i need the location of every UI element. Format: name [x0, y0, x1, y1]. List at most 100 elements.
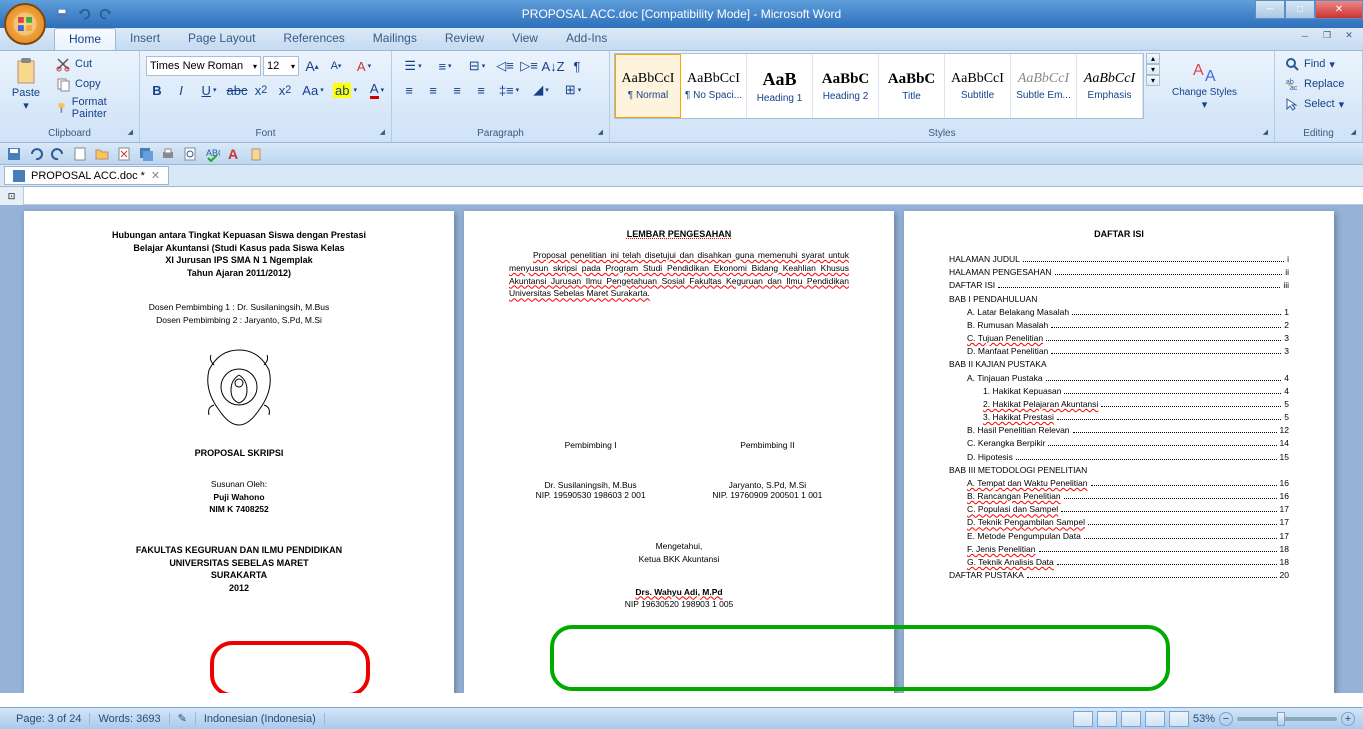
qat2-save-icon[interactable]: [6, 146, 22, 162]
multilevel-icon[interactable]: ⊟: [462, 55, 492, 77]
show-marks-icon[interactable]: ¶: [566, 55, 588, 77]
ribbon: Paste▾ Cut Copy Format Painter Clipboard…: [0, 51, 1363, 143]
qat2-undo-icon[interactable]: [28, 146, 44, 162]
close-button[interactable]: ✕: [1315, 0, 1363, 19]
status-proofing-icon[interactable]: ✎: [170, 712, 196, 725]
doctab-item[interactable]: PROPOSAL ACC.doc *✕: [4, 166, 169, 185]
qat2-text-icon[interactable]: A: [226, 146, 242, 162]
change-case-icon[interactable]: Aa: [298, 79, 328, 101]
change-styles-button[interactable]: AA Change Styles▾: [1166, 53, 1243, 113]
font-name-select[interactable]: Times New Roman▾: [146, 56, 261, 76]
sort-icon[interactable]: A↓Z: [542, 55, 564, 77]
find-button[interactable]: Find ▾: [1281, 55, 1347, 73]
style-item[interactable]: AaBbCcI¶ Normal: [615, 54, 681, 118]
borders-icon[interactable]: ⊞: [558, 79, 588, 101]
tab-review[interactable]: Review: [431, 28, 498, 50]
doc-restore-icon[interactable]: ❐: [1317, 28, 1337, 43]
format-painter-button[interactable]: Format Painter: [52, 95, 133, 121]
style-item[interactable]: AaBHeading 1: [747, 54, 813, 118]
italic-icon[interactable]: I: [170, 79, 192, 101]
copy-button[interactable]: Copy: [52, 75, 133, 93]
qat2-saveall-icon[interactable]: [138, 146, 154, 162]
doc-minimize-icon[interactable]: ─: [1295, 28, 1315, 43]
tab-references[interactable]: References: [269, 28, 358, 50]
horizontal-ruler: ⊡: [0, 187, 1363, 205]
decrease-indent-icon[interactable]: ◁≡: [494, 55, 516, 77]
tab-view[interactable]: View: [498, 28, 552, 50]
line-spacing-icon[interactable]: ‡≡: [494, 79, 524, 101]
doc-close-icon[interactable]: ✕: [1339, 28, 1359, 43]
select-button[interactable]: Select ▾: [1281, 95, 1347, 113]
status-language[interactable]: Indonesian (Indonesia): [196, 713, 325, 725]
zoom-out-icon[interactable]: −: [1219, 712, 1233, 726]
qat2-close-icon[interactable]: [116, 146, 132, 162]
tab-page-layout[interactable]: Page Layout: [174, 28, 269, 50]
qat2-spell-icon[interactable]: ABC: [204, 146, 220, 162]
style-scroll-down-icon[interactable]: ▾: [1146, 64, 1160, 75]
office-button[interactable]: [4, 3, 46, 45]
paste-button[interactable]: Paste▾: [4, 53, 48, 114]
view-web-icon[interactable]: [1121, 711, 1141, 727]
minimize-button[interactable]: ─: [1255, 0, 1285, 19]
style-scroll-up-icon[interactable]: ▴: [1146, 53, 1160, 64]
styles-gallery: AaBbCcI¶ NormalAaBbCcI¶ No Spaci...AaBHe…: [614, 53, 1144, 119]
bullets-icon[interactable]: ☰: [398, 55, 428, 77]
replace-button[interactable]: abacReplace: [1281, 75, 1347, 93]
style-item[interactable]: AaBbCcISubtitle: [945, 54, 1011, 118]
status-words[interactable]: Words: 3693: [90, 713, 169, 725]
view-outline-icon[interactable]: [1145, 711, 1165, 727]
strikethrough-icon[interactable]: abc: [226, 79, 248, 101]
underline-icon[interactable]: U: [194, 79, 224, 101]
superscript-icon[interactable]: x2: [274, 79, 296, 101]
view-print-layout-icon[interactable]: [1073, 711, 1093, 727]
table-of-contents: HALAMAN JUDULiHALAMAN PENGESAHANiiDAFTAR…: [949, 253, 1289, 582]
zoom-in-icon[interactable]: +: [1341, 712, 1355, 726]
style-item[interactable]: AaBbCTitle: [879, 54, 945, 118]
doctab-close-icon[interactable]: ✕: [151, 169, 160, 182]
status-page[interactable]: Page: 3 of 24: [8, 713, 90, 725]
shading-icon[interactable]: ◢: [526, 79, 556, 101]
tab-home[interactable]: Home: [54, 28, 116, 50]
style-expand-icon[interactable]: ▾: [1146, 75, 1160, 86]
qat2-preview-icon[interactable]: [182, 146, 198, 162]
zoom-slider[interactable]: [1237, 717, 1337, 721]
numbering-icon[interactable]: ≡: [430, 55, 460, 77]
qat2-print-icon[interactable]: [160, 146, 176, 162]
qat2-new-icon[interactable]: [72, 146, 88, 162]
qat-undo-icon[interactable]: [76, 6, 92, 22]
clear-formatting-icon[interactable]: A: [349, 55, 379, 77]
style-item[interactable]: AaBbCcISubtle Em...: [1011, 54, 1077, 118]
zoom-level[interactable]: 53%: [1193, 713, 1215, 725]
style-item[interactable]: AaBbCcI¶ No Spaci...: [681, 54, 747, 118]
style-item[interactable]: AaBbCcIEmphasis: [1077, 54, 1143, 118]
cut-button[interactable]: Cut: [52, 55, 133, 73]
ruler-corner[interactable]: ⊡: [0, 187, 24, 205]
qat-save-icon[interactable]: [54, 6, 70, 22]
justify-icon[interactable]: ≡: [470, 79, 492, 101]
tab-mailings[interactable]: Mailings: [359, 28, 431, 50]
subscript-icon[interactable]: x2: [250, 79, 272, 101]
align-left-icon[interactable]: ≡: [398, 79, 420, 101]
font-size-select[interactable]: 12▾: [263, 56, 299, 76]
view-draft-icon[interactable]: [1169, 711, 1189, 727]
document-tabs: PROPOSAL ACC.doc *✕: [0, 165, 1363, 187]
qat2-redo-icon[interactable]: [50, 146, 66, 162]
shrink-font-icon[interactable]: A▾: [325, 55, 347, 77]
svg-text:A: A: [1193, 62, 1204, 79]
bold-icon[interactable]: B: [146, 79, 168, 101]
font-color-icon[interactable]: A: [362, 79, 392, 101]
style-item[interactable]: AaBbCHeading 2: [813, 54, 879, 118]
align-right-icon[interactable]: ≡: [446, 79, 468, 101]
workspace[interactable]: Hubungan antara Tingkat Kepuasan Siswa d…: [0, 205, 1363, 693]
highlight-icon[interactable]: ab: [330, 79, 360, 101]
align-center-icon[interactable]: ≡: [422, 79, 444, 101]
tab-addins[interactable]: Add-Ins: [552, 28, 621, 50]
qat2-paste-icon[interactable]: [248, 146, 264, 162]
qat2-open-icon[interactable]: [94, 146, 110, 162]
increase-indent-icon[interactable]: ▷≡: [518, 55, 540, 77]
tab-insert[interactable]: Insert: [116, 28, 174, 50]
maximize-button[interactable]: □: [1285, 0, 1315, 19]
qat-redo-icon[interactable]: [98, 6, 114, 22]
grow-font-icon[interactable]: A▴: [301, 55, 323, 77]
view-fullscreen-icon[interactable]: [1097, 711, 1117, 727]
